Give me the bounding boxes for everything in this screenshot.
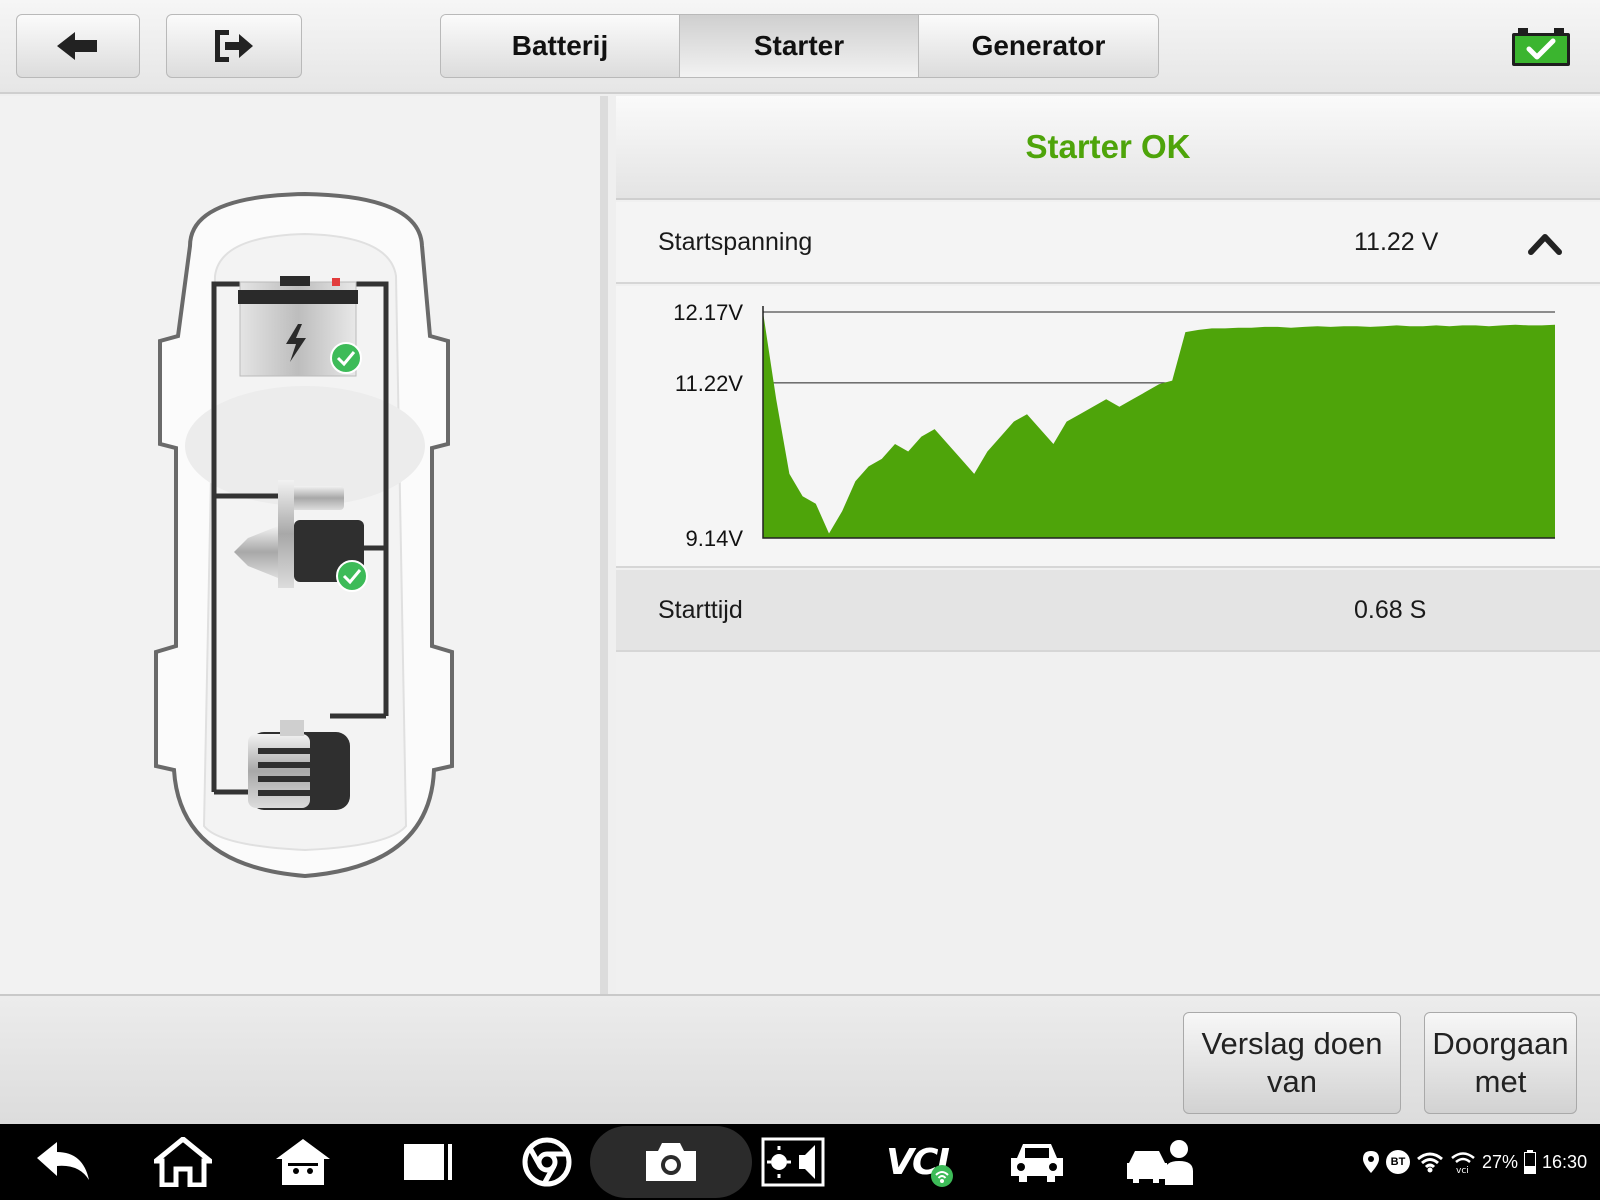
results-panel: Starter OK Startspanning 11.22 V 12.17V 1… — [616, 96, 1600, 994]
battery-percent: 27% — [1482, 1151, 1519, 1172]
exit-icon — [215, 30, 253, 62]
wifi-icon — [1417, 1152, 1443, 1173]
car-service-icon[interactable] — [1122, 1134, 1200, 1190]
continue-button-label-line1: Doorgaan — [1432, 1026, 1569, 1061]
cranking-voltage-row[interactable]: Startspanning 11.22 V — [616, 202, 1600, 284]
android-home-icon[interactable] — [268, 1134, 338, 1190]
back-icon[interactable] — [28, 1134, 98, 1190]
test-tabs: Batterij Starter Generator — [440, 14, 1159, 78]
cranking-time-value: 0.68 S — [1354, 595, 1427, 624]
car-diagram — [154, 191, 454, 879]
tab-starter[interactable]: Starter — [680, 15, 919, 77]
bluetooth-icon: BT — [1386, 1150, 1410, 1174]
clock: 16:30 — [1542, 1151, 1588, 1172]
voltage-area — [763, 312, 1555, 538]
battery-ok-icon — [1512, 28, 1570, 66]
vci-icon[interactable]: VCI — [872, 1134, 962, 1190]
back-button[interactable] — [16, 14, 140, 78]
cranking-voltage-label: Startspanning — [658, 227, 813, 256]
location-icon — [1363, 1151, 1379, 1173]
y-tick-label: 11.22V — [675, 371, 743, 396]
chrome-icon[interactable] — [512, 1134, 582, 1190]
continue-button-label-line2: met — [1474, 1064, 1527, 1099]
system-bar: VCI BT vci 27% 16:30 — [0, 1124, 1600, 1200]
continue-button[interactable]: Doorgaan met — [1424, 1012, 1577, 1114]
y-tick-label: 12.17V — [673, 300, 743, 325]
voltage-chart-svg: 12.17V 11.22V 9.14V — [673, 300, 1555, 551]
report-button-label-line1: Verslag doen — [1201, 1026, 1383, 1061]
recent-apps-icon[interactable] — [392, 1134, 462, 1190]
y-tick-label: 9.14V — [686, 526, 744, 551]
battery-icon — [1524, 1150, 1537, 1174]
cranking-voltage-value: 11.22 V — [1354, 227, 1439, 256]
report-button[interactable]: Verslag doen van — [1183, 1012, 1401, 1114]
camera-icon[interactable] — [636, 1134, 706, 1190]
svg-text:vci: vci — [1456, 1166, 1469, 1174]
car-diagram-panel — [0, 96, 608, 994]
car-icon[interactable] — [1002, 1134, 1072, 1190]
report-button-label-line2: van — [1267, 1064, 1317, 1099]
action-bar: Verslag doen van Doorgaan met — [0, 994, 1600, 1124]
result-title: Starter OK — [1025, 128, 1191, 165]
tab-generator[interactable]: Generator — [919, 15, 1158, 77]
vci-signal-icon: vci — [1451, 1152, 1475, 1174]
voltage-chart: 12.17V 11.22V 9.14V — [616, 286, 1600, 568]
brightness-volume-icon[interactable] — [758, 1134, 828, 1190]
tab-batterij[interactable]: Batterij — [441, 15, 680, 77]
status-area: BT vci 27% 16:30 — [1362, 1124, 1600, 1200]
cranking-time-row: Starttijd 0.68 S — [616, 570, 1600, 652]
exit-button[interactable] — [166, 14, 302, 78]
arrow-left-icon — [57, 32, 97, 60]
result-header: Starter OK — [616, 96, 1600, 200]
vci-connected-icon — [931, 1165, 953, 1187]
cranking-time-label: Starttijd — [658, 595, 743, 624]
chevron-up-icon[interactable] — [1528, 228, 1562, 258]
top-toolbar: Batterij Starter Generator — [0, 0, 1600, 94]
home-icon[interactable] — [148, 1134, 218, 1190]
